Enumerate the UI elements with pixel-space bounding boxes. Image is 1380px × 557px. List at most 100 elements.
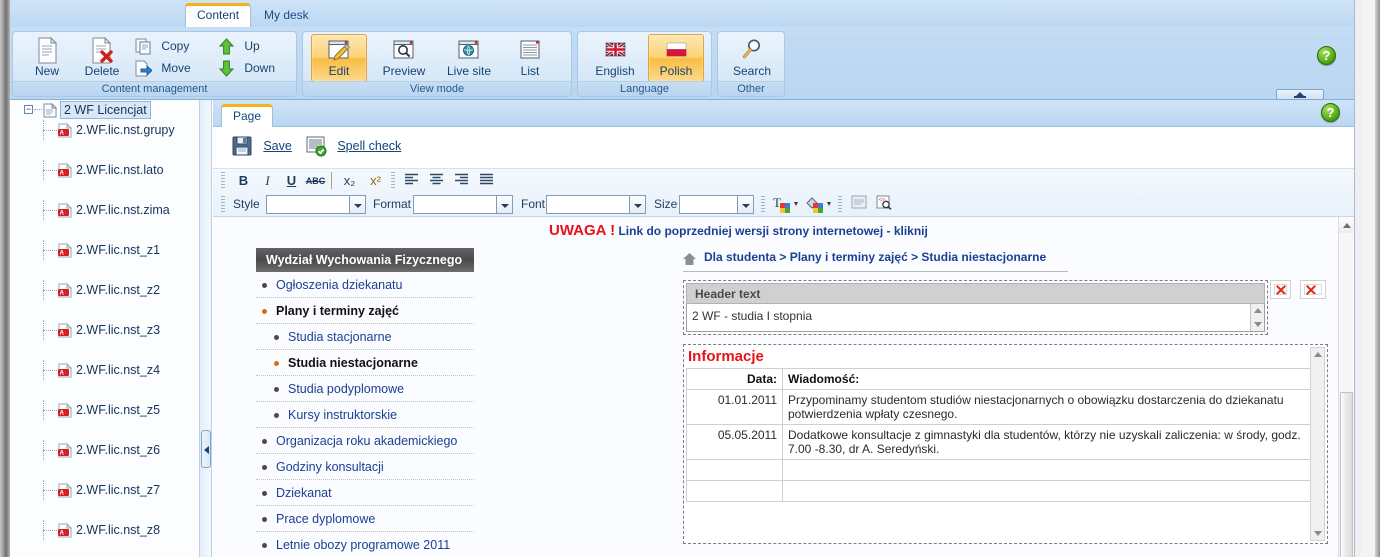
page-sidebar-item[interactable]: Letnie obozy programowe 2011 [256,532,474,557]
header-widget[interactable]: Header text 2 WF - studia I stopnia [683,280,1268,335]
pane-splitter[interactable] [200,100,212,557]
editor-help-icon[interactable]: ? [1321,103,1340,122]
scroll-up-icon[interactable] [1254,308,1262,313]
delete-button[interactable]: Delete [76,34,128,82]
tree-item[interactable]: A 2.WF.lic.nst_z2 [10,280,199,300]
scroll-down-icon[interactable] [1314,531,1322,536]
tab-page[interactable]: Page [221,104,274,128]
tree-item[interactable]: A 2.WF.lic.nst.lato [10,160,199,180]
preview-button[interactable]: Preview [373,34,435,82]
page-sidebar-item[interactable]: Ogłoszenia dziekanatu [256,272,474,298]
align-justify-button[interactable] [476,171,497,191]
broken-image-wide-icon[interactable] [1300,280,1326,299]
italic-button[interactable]: I [257,171,278,191]
size-select[interactable] [679,195,754,214]
window-scroll-track[interactable] [1361,0,1376,557]
align-left-button[interactable] [401,171,422,191]
home-icon[interactable] [683,253,696,265]
strikethrough-button[interactable]: ABC [305,171,326,191]
up-button[interactable]: Up [218,36,260,57]
ribbon: Content My desk New Delete Copy Move Up … [10,0,1354,100]
header-field-scrollbar[interactable] [1250,304,1264,331]
table-row[interactable] [686,480,1317,502]
polish-button[interactable]: Polish [648,34,704,82]
page-sidebar-item[interactable]: Plany i terminy zajęć [256,298,474,324]
table-row[interactable]: 05.05.2011 Dodatkowe konsultacje z gimnas… [686,424,1317,460]
scroll-down-icon[interactable] [1254,322,1262,327]
tree-root-row[interactable]: − 2 WF Licencjat [10,100,199,120]
page-sidebar-item[interactable]: Kursy instruktorskie [256,402,474,428]
live-site-button[interactable]: Live site [438,34,500,82]
page-sidebar-item[interactable]: Studia stacjonarne [256,324,474,350]
info-widget[interactable]: Informacje Data: Wiadomość: 01.01.2011 Pr… [683,344,1328,544]
page-sidebar-item[interactable]: Organizacja roku akademickiego [256,428,474,454]
down-button[interactable]: Down [218,58,275,79]
table-row[interactable]: 01.01.2011 Przypominamy studentom studiów… [686,389,1317,425]
editor-scroll-up-button[interactable] [1339,217,1354,233]
tree-item[interactable]: A 2.WF.lic.nst_z1 [10,240,199,260]
underline-button[interactable]: U [281,171,302,191]
new-button[interactable]: New [21,34,73,82]
ribbon-collapse-button[interactable] [1276,89,1324,100]
tree-item[interactable]: A 2.WF.lic.nst_z4 [10,360,199,380]
tree-connector [43,490,57,491]
floppy-save-icon [231,135,253,157]
english-button[interactable]: English [584,34,646,82]
breadcrumb-text[interactable]: Dla studenta > Plany i terminy zajęć > S… [704,250,1046,264]
editor-vertical-scrollbar[interactable] [1338,217,1354,557]
style-select[interactable] [266,195,366,214]
format-select[interactable] [413,195,513,214]
wysiwyg-canvas[interactable]: UWAGA ! Link do poprzedniej wersji stron… [213,217,1338,557]
align-center-button[interactable] [426,171,447,191]
list-button[interactable]: List [504,34,556,82]
scroll-up-icon[interactable] [1314,352,1322,357]
background-color-button[interactable] [804,195,834,215]
broken-image-icon[interactable] [1270,280,1291,299]
editor-scroll-thumb[interactable] [1340,392,1353,557]
subscript-button[interactable]: x₂ [339,171,360,191]
page-sidebar-item[interactable]: Dziekanat [256,480,474,506]
tree-item[interactable]: A 2.WF.lic.nst_z8 [10,520,199,540]
tree-item[interactable]: A 2.WF.lic.nst.grupy [10,120,199,140]
move-button[interactable]: Move [135,58,191,79]
tree-expander-toggle[interactable]: − [24,105,33,114]
toolbar-grip-3[interactable] [221,196,225,214]
pdf-file-icon: A [58,442,73,458]
toolbar-grip[interactable] [221,172,225,190]
page-sidebar-item[interactable]: Studia podyplomowe [256,376,474,402]
window-vertical-scrollbar[interactable] [1354,0,1380,557]
tab-my-desk[interactable]: My desk [253,4,320,27]
table-row[interactable] [686,459,1317,481]
splitter-collapse-handle[interactable] [201,430,211,468]
tab-content[interactable]: Content [185,3,252,27]
show-blocks-button[interactable] [848,195,869,215]
text-color-button[interactable]: T [771,195,801,215]
tree-item[interactable]: A 2.WF.lic.nst_z6 [10,440,199,460]
toolbar-grip-5[interactable] [838,196,842,214]
toolbar-grip-4[interactable] [761,196,765,214]
superscript-button[interactable]: x² [365,171,386,191]
toolbar-grip-2[interactable] [391,172,395,190]
bold-button[interactable]: B [233,171,254,191]
search-button[interactable]: Search [723,34,781,82]
copy-button[interactable]: Copy [135,36,189,57]
tree-item[interactable]: A 2.WF.lic.nst.zima [10,200,199,220]
header-widget-field[interactable]: 2 WF - studia I stopnia [686,304,1265,332]
page-sidebar-item[interactable]: Studia niestacjonarne [256,350,474,376]
source-preview-button[interactable]: </> [873,195,894,215]
notice-link[interactable]: Link do poprzedniej wersji strony intern… [618,224,927,238]
info-widget-scrollbar[interactable] [1310,347,1325,541]
save-button[interactable]: Save [231,135,292,161]
page-sidebar-item[interactable]: Prace dyplomowe [256,506,474,532]
tree-item[interactable]: A 2.WF.lic.nst_z7 [10,480,199,500]
spell-check-button[interactable]: Spell check [305,135,401,161]
tree-item[interactable]: A 2.WF.lic.nst_z3 [10,320,199,340]
edit-button[interactable]: Edit [311,34,367,82]
align-right-button[interactable] [451,171,472,191]
ribbon-help-icon[interactable]: ? [1317,46,1336,65]
group-label-language: Language [578,81,711,96]
page-sidebar-item[interactable]: Godziny konsultacji [256,454,474,480]
page-document-icon [43,102,58,118]
tree-item[interactable]: A 2.WF.lic.nst_z5 [10,400,199,420]
font-select[interactable] [546,195,646,214]
